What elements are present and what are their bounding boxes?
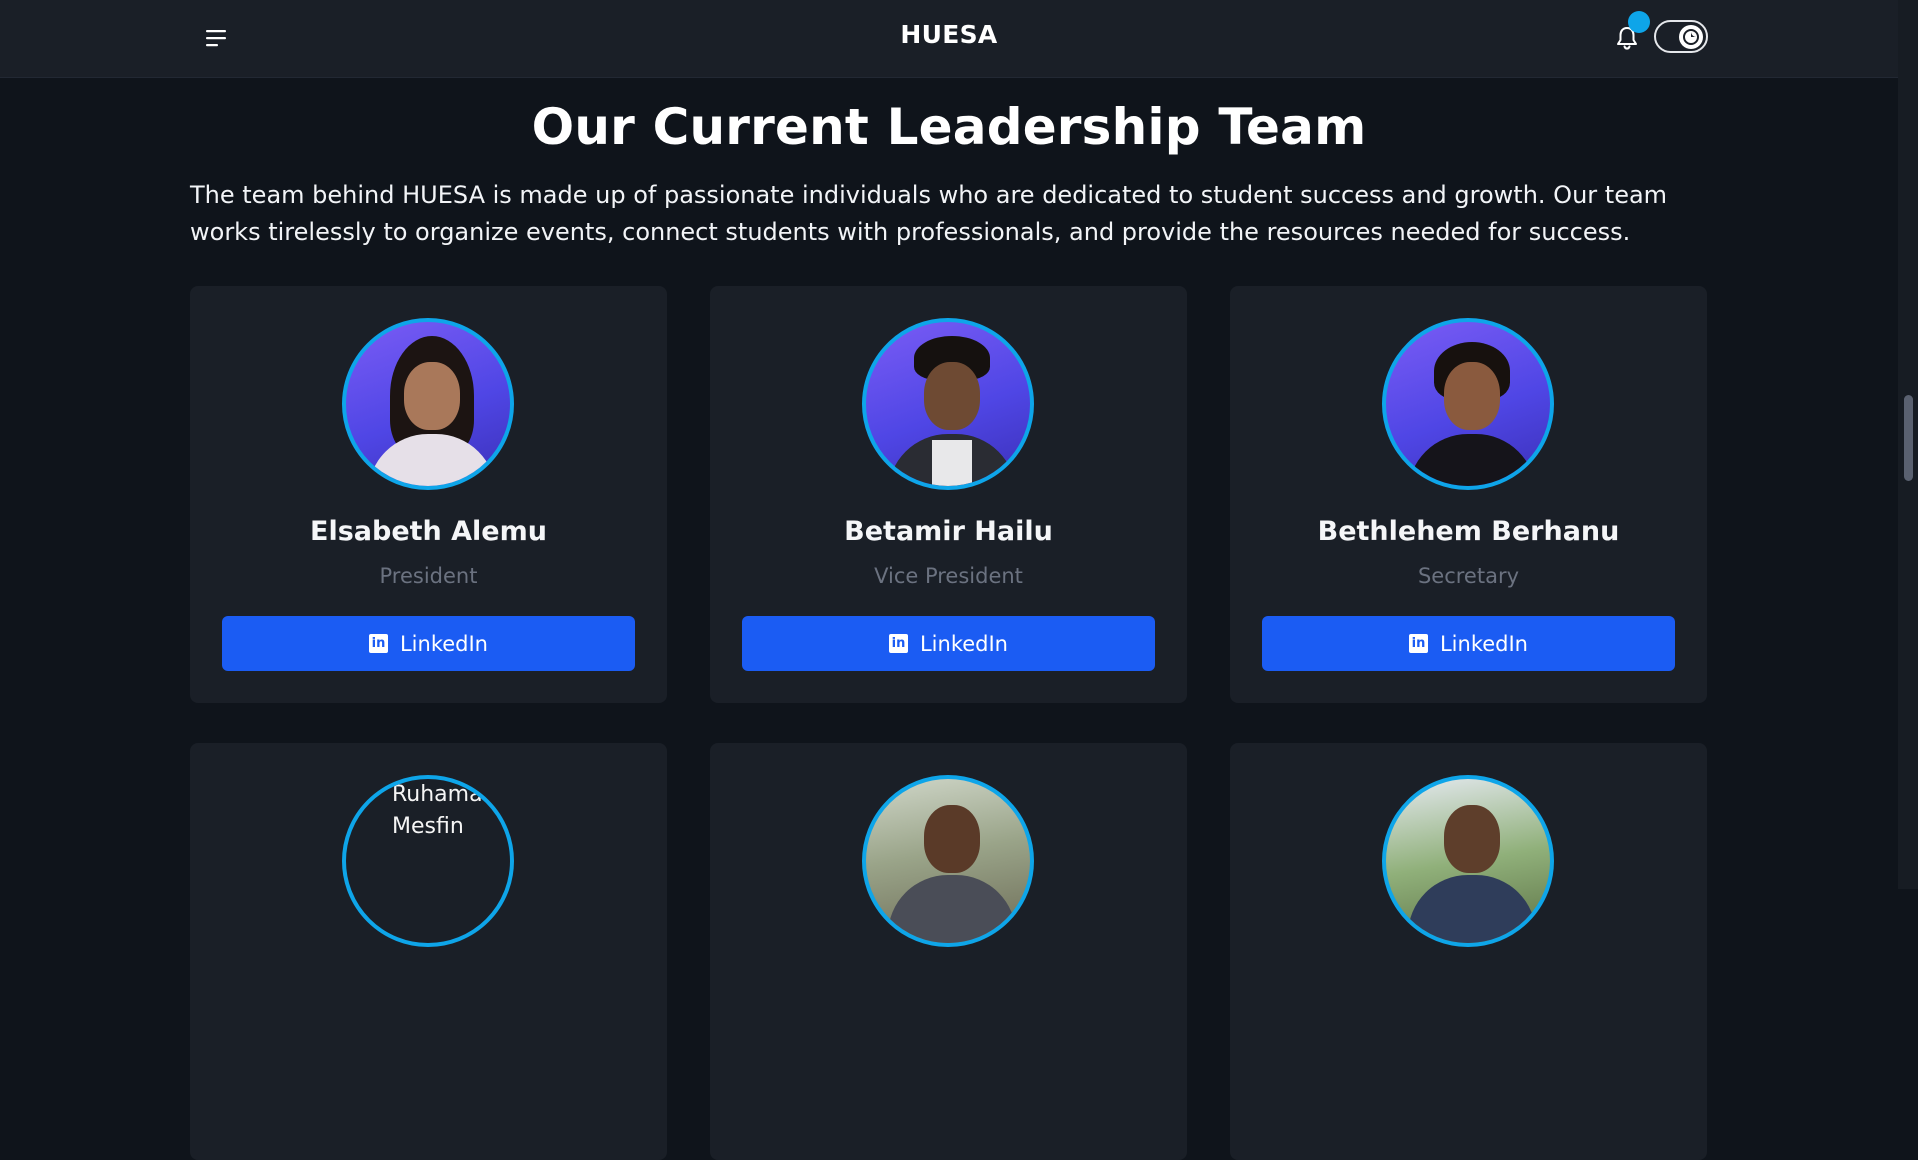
linkedin-icon: in	[368, 634, 388, 653]
scrollbar-thumb[interactable]	[1904, 395, 1913, 481]
avatar	[1382, 775, 1554, 947]
member-role: President	[379, 564, 478, 588]
linkedin-label: LinkedIn	[919, 631, 1008, 656]
member-name: Bethlehem Berhanu	[1317, 516, 1620, 547]
intro-paragraph: The team behind HUESA is made up of pass…	[190, 181, 1668, 246]
notification-badge-dot	[1628, 11, 1650, 33]
member-role: Secretary	[1417, 564, 1520, 588]
team-card: Ruhama Mesfin	[190, 743, 667, 1160]
avatar	[862, 318, 1034, 490]
team-card: Bethlehem Berhanu Secretary in LinkedIn	[1230, 286, 1707, 703]
toggle-knob	[1679, 25, 1703, 49]
team-card	[1230, 743, 1707, 1160]
top-navbar: HUESA	[0, 0, 1898, 78]
theme-toggle[interactable]	[1654, 20, 1708, 53]
moon-icon	[1683, 29, 1699, 45]
linkedin-button[interactable]: in LinkedIn	[222, 616, 635, 671]
linkedin-button[interactable]: in LinkedIn	[742, 616, 1155, 671]
linkedin-button[interactable]: in LinkedIn	[1262, 616, 1675, 671]
avatar-shirt	[932, 440, 972, 486]
avatar-face	[924, 805, 980, 873]
avatar-face	[1444, 362, 1500, 430]
page-title: Our Current Leadership Team	[531, 98, 1367, 156]
avatar	[342, 318, 514, 490]
avatar-face	[924, 362, 980, 430]
team-card: Betamir Hailu Vice President in LinkedIn	[710, 286, 1187, 703]
member-role: Vice President	[874, 564, 1023, 588]
linkedin-icon: in	[1408, 634, 1428, 653]
avatar-shirt	[368, 434, 496, 486]
avatar	[1382, 318, 1554, 490]
avatar-suit	[888, 875, 1016, 943]
avatar-face	[404, 362, 460, 430]
team-card	[710, 743, 1187, 1160]
team-card: Elsabeth Alemu President in LinkedIn	[190, 286, 667, 703]
avatar: Ruhama Mesfin	[342, 775, 514, 947]
avatar-suit	[1408, 875, 1536, 943]
avatar	[862, 775, 1034, 947]
avatar-alt-text: Ruhama Mesfin	[392, 782, 483, 839]
linkedin-label: LinkedIn	[1439, 631, 1528, 656]
member-name: Betamir Hailu	[844, 516, 1053, 547]
linkedin-icon: in	[888, 634, 908, 653]
page-scrollbar[interactable]	[1898, 0, 1918, 889]
avatar-face	[1444, 805, 1500, 873]
linkedin-label: LinkedIn	[399, 631, 488, 656]
member-name: Elsabeth Alemu	[310, 516, 547, 547]
avatar-top	[1408, 434, 1536, 486]
